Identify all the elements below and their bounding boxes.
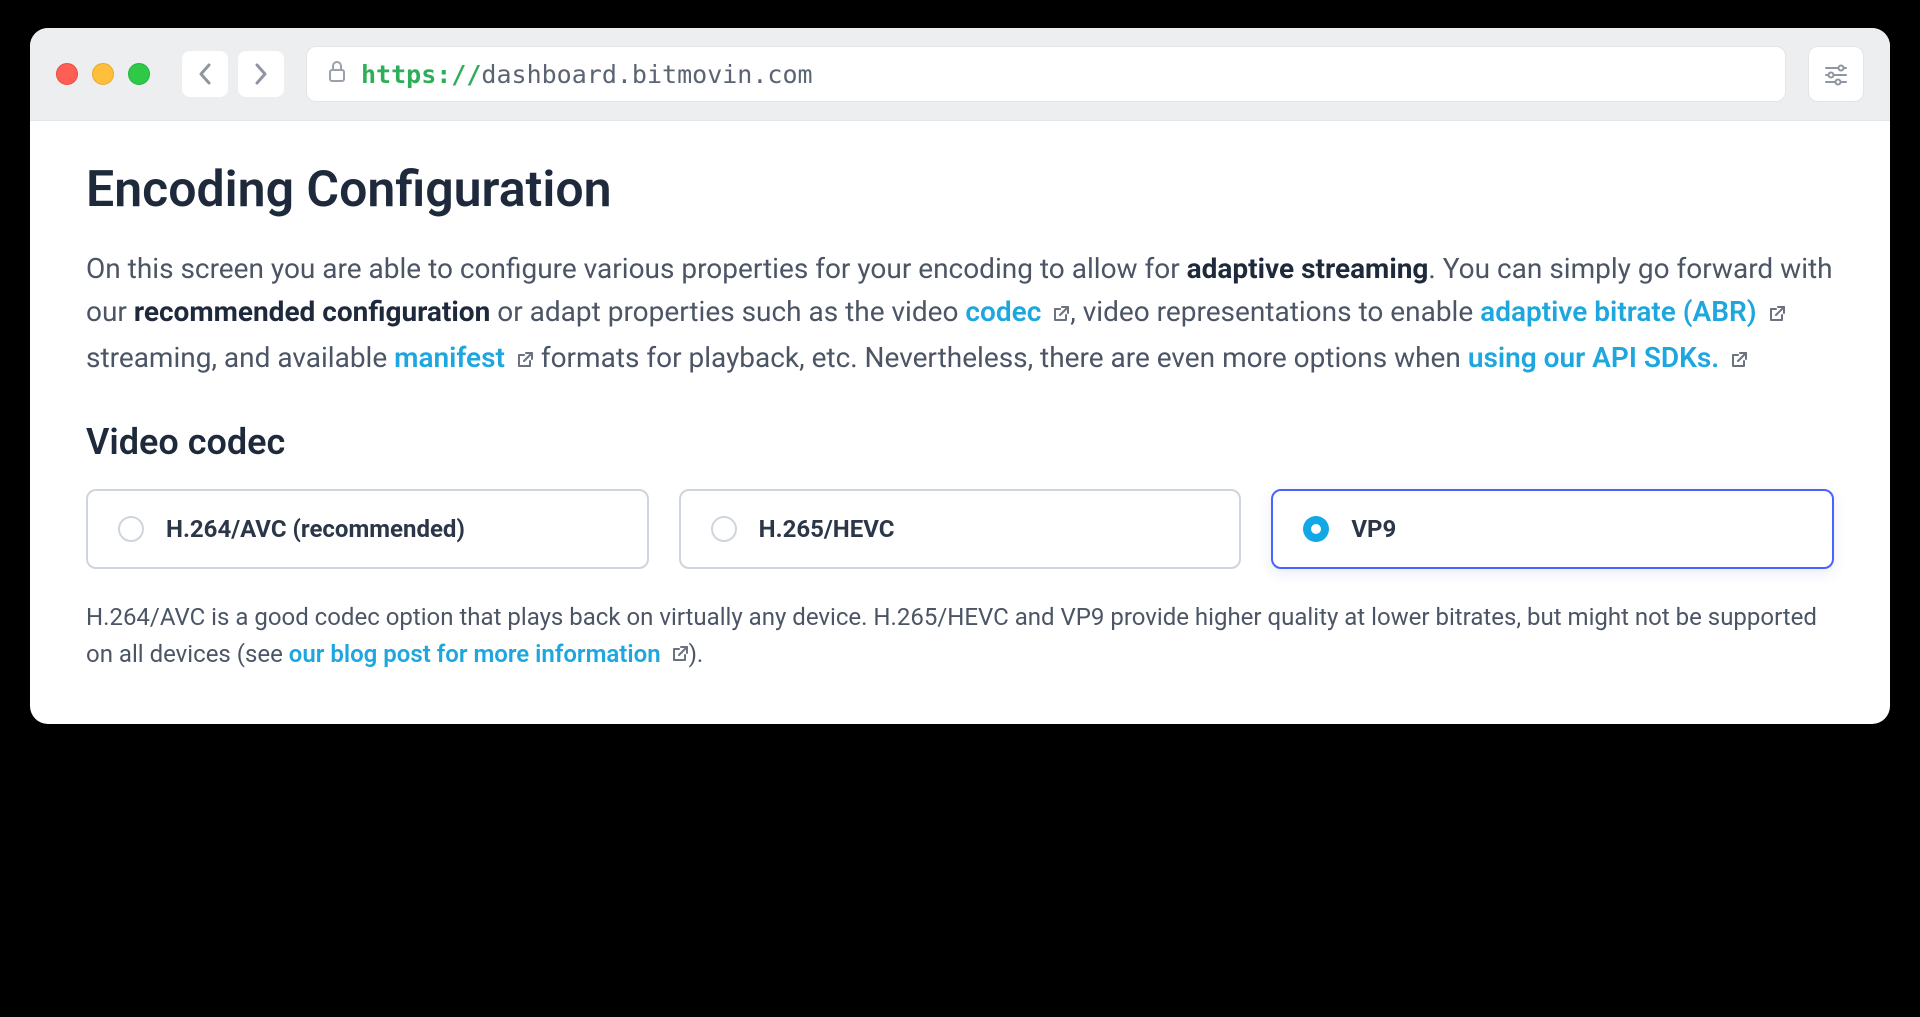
page-description: On this screen you are able to configure… [86,247,1834,381]
close-window-button[interactable] [56,63,78,85]
codec-note: H.264/AVC is a good codec option that pl… [86,599,1834,674]
forward-button[interactable] [238,51,284,97]
radio-unchecked-icon [711,516,737,542]
url-host: dashboard.bitmovin.com [481,60,812,89]
external-link-icon [1768,292,1786,335]
url-bar[interactable]: https://dashboard.bitmovin.com [306,46,1786,102]
chevron-left-icon [198,63,212,85]
manifest-link[interactable]: manifest [394,341,534,374]
api-sdks-link[interactable]: using our API SDKs. [1468,341,1748,374]
video-codec-options: H.264/AVC (recommended) H.265/HEVC VP9 [86,489,1834,569]
browser-window: https://dashboard.bitmovin.com Encoding … [30,28,1890,724]
url-text: https://dashboard.bitmovin.com [361,60,813,89]
window-controls [56,63,150,85]
external-link-icon [671,637,689,674]
nav-arrows [182,51,284,97]
codec-option-label: H.265/HEVC [759,515,895,543]
blog-post-link[interactable]: our blog post for more information [289,640,689,668]
url-protocol: https:// [361,60,481,89]
chevron-right-icon [254,63,268,85]
back-button[interactable] [182,51,228,97]
lock-icon [327,59,347,89]
radio-unchecked-icon [118,516,144,542]
radio-checked-icon [1303,516,1329,542]
page-content: Encoding Configuration On this screen yo… [30,121,1890,724]
sliders-icon [1823,61,1849,87]
page-title: Encoding Configuration [86,161,1834,219]
minimize-window-button[interactable] [92,63,114,85]
browser-titlebar: https://dashboard.bitmovin.com [30,28,1890,121]
codec-option-label: H.264/AVC (recommended) [166,515,465,543]
codec-option-h264[interactable]: H.264/AVC (recommended) [86,489,649,569]
external-link-icon [1052,292,1070,335]
external-link-icon [516,338,534,381]
codec-option-vp9[interactable]: VP9 [1271,489,1834,569]
codec-link[interactable]: codec [965,295,1070,328]
video-codec-heading: Video codec [86,421,1834,463]
codec-option-h265[interactable]: H.265/HEVC [679,489,1242,569]
codec-option-label: VP9 [1351,515,1396,543]
external-link-icon [1730,338,1748,381]
abr-link[interactable]: adaptive bitrate (ABR) [1480,295,1785,328]
browser-settings-button[interactable] [1808,46,1864,102]
maximize-window-button[interactable] [128,63,150,85]
